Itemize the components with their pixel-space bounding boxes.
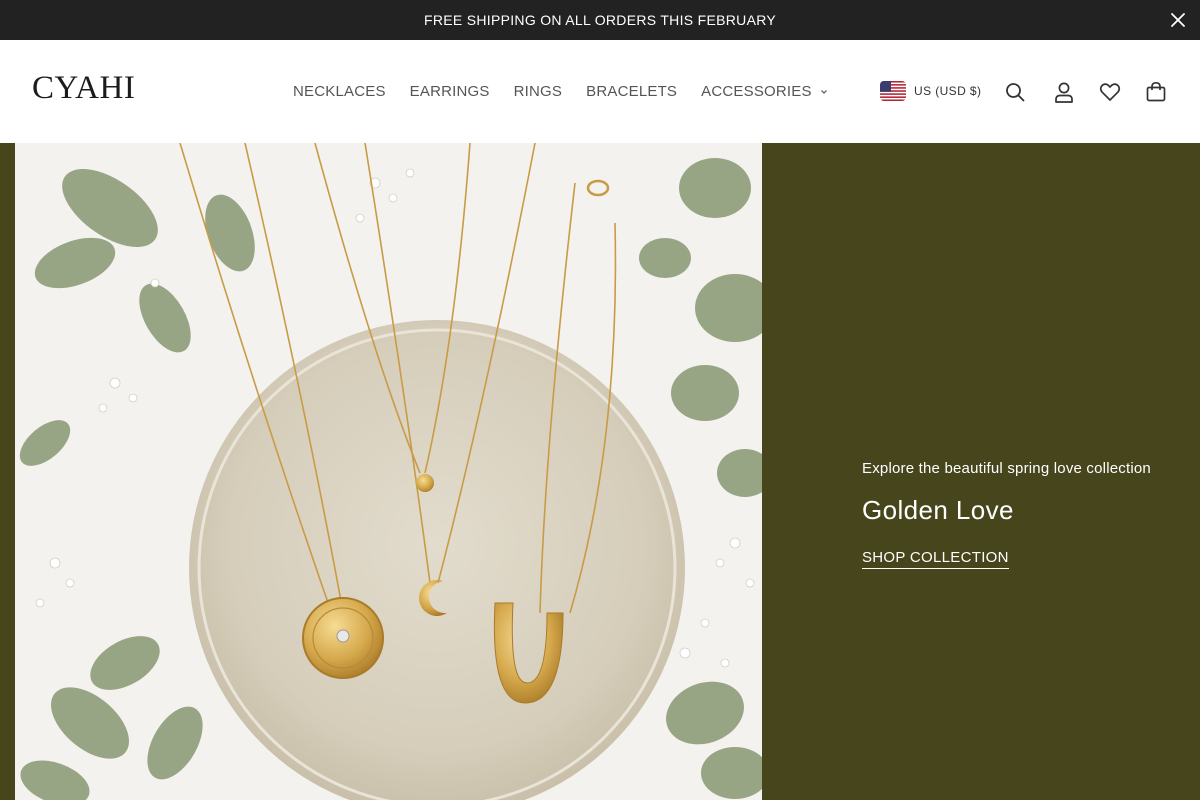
main-nav: NECKLACES EARRINGS RINGS BRACELETS ACCES…	[293, 83, 828, 100]
hero-title: Golden Love	[862, 495, 1014, 525]
close-icon[interactable]	[1168, 10, 1188, 30]
shop-collection-link[interactable]: SHOP COLLECTION	[862, 549, 1009, 569]
site-header: CYAHI NECKLACES EARRINGS RINGS BRACELETS…	[0, 40, 1200, 143]
nav-item-accessories[interactable]: ACCESSORIES	[701, 83, 828, 100]
currency-selector[interactable]: US (USD $)	[880, 81, 981, 101]
nav-item-necklaces[interactable]: NECKLACES	[293, 83, 386, 100]
gold-necklaces-illustration	[15, 143, 762, 800]
ball-pendant	[416, 474, 434, 492]
account-icon[interactable]	[1053, 81, 1075, 103]
nav-item-bracelets[interactable]: BRACELETS	[586, 83, 677, 100]
chevron-down-icon	[820, 89, 827, 94]
announcement-text: FREE SHIPPING ON ALL ORDERS THIS FEBRUAR…	[423, 12, 776, 28]
nav-item-rings[interactable]: RINGS	[514, 83, 563, 100]
search-icon[interactable]	[1004, 81, 1026, 103]
hero-copy: Explore the beautiful spring love collec…	[862, 460, 1151, 569]
hero-eyebrow: Explore the beautiful spring love collec…	[862, 460, 1151, 477]
us-flag-icon	[880, 81, 906, 101]
brand-logo[interactable]: CYAHI	[32, 70, 135, 107]
wishlist-heart-icon[interactable]	[1099, 81, 1121, 103]
currency-label: US (USD $)	[914, 84, 982, 98]
nav-item-earrings[interactable]: EARRINGS	[410, 83, 490, 100]
hero-image[interactable]	[15, 143, 762, 800]
nav-item-accessories-label: ACCESSORIES	[701, 83, 812, 100]
announcement-bar: FREE SHIPPING ON ALL ORDERS THIS FEBRUAR…	[0, 0, 1200, 40]
hero-banner: Explore the beautiful spring love collec…	[0, 143, 1200, 800]
cart-bag-icon[interactable]	[1145, 81, 1167, 103]
